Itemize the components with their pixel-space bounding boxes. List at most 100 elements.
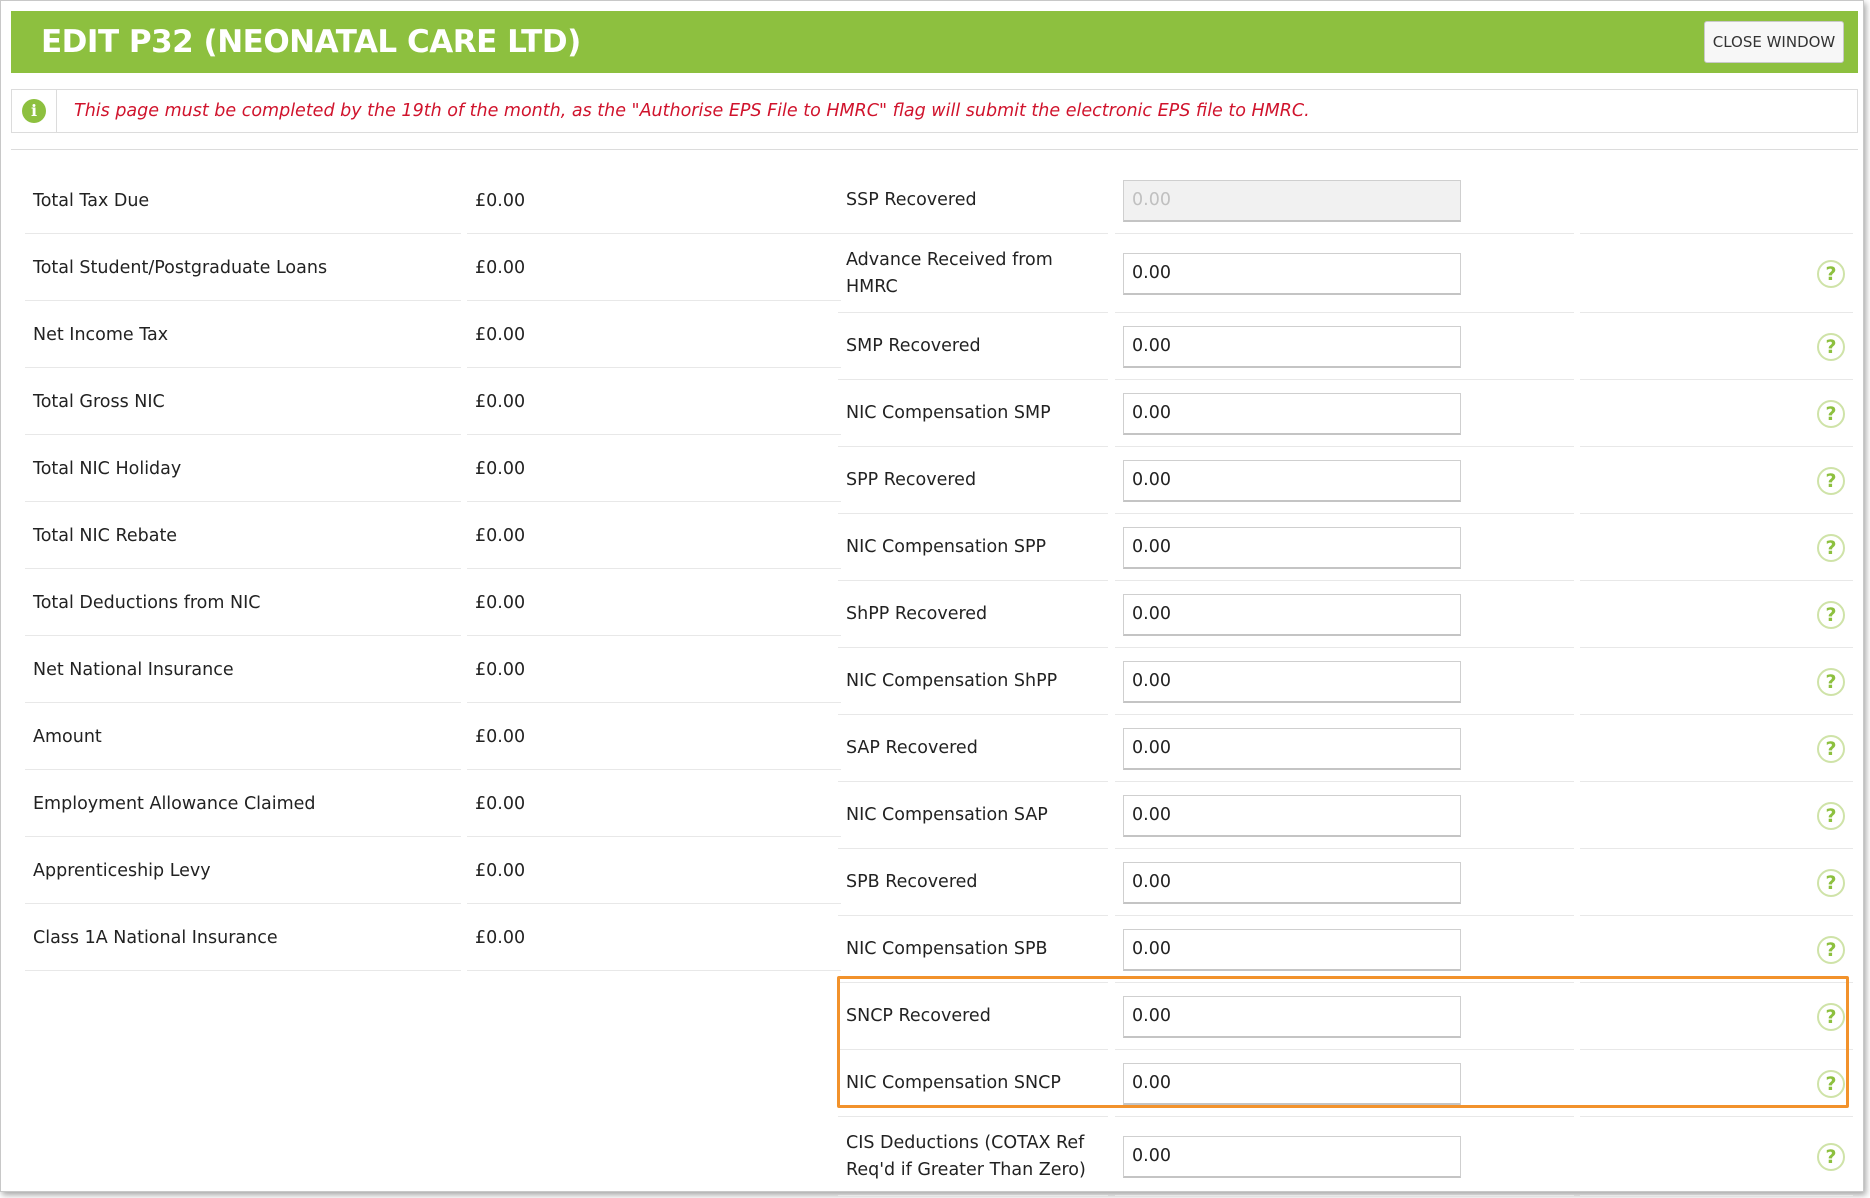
recovery-input[interactable] bbox=[1123, 1135, 1461, 1178]
help-icon[interactable]: ? bbox=[1817, 332, 1845, 361]
recovery-input[interactable] bbox=[1123, 861, 1461, 904]
summary-row: Net National Insurance £0.00 bbox=[25, 637, 841, 704]
summary-label: Total Gross NIC bbox=[25, 369, 461, 435]
recovery-input[interactable] bbox=[1123, 325, 1461, 368]
info-banner: i This page must be completed by the 19t… bbox=[11, 89, 1858, 133]
summary-label: Total Deductions from NIC bbox=[25, 570, 461, 636]
recovery-help-cell bbox=[1580, 168, 1853, 234]
info-message: This page must be completed by the 19th … bbox=[74, 101, 1310, 121]
recovery-label: SMP Recovered bbox=[838, 314, 1108, 380]
recovery-help-cell: ? bbox=[1580, 235, 1853, 313]
recovery-row: SPB Recovered? bbox=[838, 850, 1853, 916]
page-title: EDIT P32 (NEONATAL CARE LTD) bbox=[41, 24, 581, 60]
recovery-row: NIC Compensation SPP? bbox=[838, 515, 1853, 581]
recovery-label-text: NIC Compensation SPB bbox=[846, 939, 1048, 959]
recovery-help-cell: ? bbox=[1580, 381, 1853, 447]
recovery-label: SSP Recovered bbox=[838, 168, 1108, 234]
recovery-row: CIS Deductions (COTAX Ref Req'd if Great… bbox=[838, 1118, 1853, 1196]
recovery-input-cell bbox=[1115, 314, 1574, 380]
summary-row: Net Income Tax £0.00 bbox=[25, 302, 841, 369]
recovery-input[interactable] bbox=[1123, 995, 1461, 1038]
help-icon[interactable]: ? bbox=[1817, 600, 1845, 629]
help-icon[interactable]: ? bbox=[1817, 1002, 1845, 1031]
recovery-help-cell: ? bbox=[1580, 984, 1853, 1050]
recovery-help-cell: ? bbox=[1580, 1118, 1853, 1196]
help-icon[interactable]: ? bbox=[1817, 935, 1845, 964]
recovery-row: NIC Compensation SNCP? bbox=[838, 1051, 1853, 1117]
recovery-label-text: NIC Compensation SNCP bbox=[846, 1073, 1061, 1093]
recovery-input-cell bbox=[1115, 850, 1574, 916]
recovery-help-cell: ? bbox=[1580, 1051, 1853, 1117]
help-icon[interactable]: ? bbox=[1817, 466, 1845, 495]
summary-value: £0.00 bbox=[467, 503, 841, 569]
summary-label: Net Income Tax bbox=[25, 302, 461, 368]
recovery-input[interactable] bbox=[1123, 928, 1461, 971]
recovery-input-cell bbox=[1115, 984, 1574, 1050]
summary-label: Amount bbox=[25, 704, 461, 770]
recovery-label: Advance Received from HMRC bbox=[838, 235, 1108, 313]
summary-row: Amount £0.00 bbox=[25, 704, 841, 771]
recovery-help-cell: ? bbox=[1580, 783, 1853, 849]
recovery-input-cell bbox=[1115, 381, 1574, 447]
recovery-help-cell: ? bbox=[1580, 850, 1853, 916]
recovery-input-cell bbox=[1115, 168, 1574, 234]
recovery-label-text: SPB Recovered bbox=[846, 872, 978, 892]
summary-row: Class 1A National Insurance £0.00 bbox=[25, 905, 841, 972]
help-icon[interactable]: ? bbox=[1817, 1069, 1845, 1098]
help-icon[interactable]: ? bbox=[1817, 399, 1845, 428]
recovery-input[interactable] bbox=[1123, 794, 1461, 837]
help-icon[interactable]: ? bbox=[1817, 1142, 1845, 1171]
recovery-input[interactable] bbox=[1123, 459, 1461, 502]
recovery-label-text: CIS Deductions (COTAX Ref Req'd if Great… bbox=[846, 1132, 1086, 1180]
summary-value: £0.00 bbox=[467, 905, 841, 971]
recovery-label-text: NIC Compensation SPP bbox=[846, 537, 1047, 557]
recovery-input[interactable] bbox=[1123, 392, 1461, 435]
recovery-input[interactable] bbox=[1123, 593, 1461, 636]
help-icon[interactable]: ? bbox=[1817, 667, 1845, 696]
recovery-help-cell: ? bbox=[1580, 649, 1853, 715]
summary-value: £0.00 bbox=[467, 436, 841, 502]
recovery-help-cell: ? bbox=[1580, 448, 1853, 514]
close-window-button[interactable]: CLOSE WINDOW bbox=[1704, 21, 1844, 63]
summary-value: £0.00 bbox=[467, 838, 841, 904]
recovery-help-cell: ? bbox=[1580, 582, 1853, 648]
recovery-input[interactable] bbox=[1123, 1062, 1461, 1105]
summary-label: Total NIC Rebate bbox=[25, 503, 461, 569]
recovery-label: NIC Compensation SNCP bbox=[838, 1051, 1108, 1117]
recovery-label: ShPP Recovered bbox=[838, 582, 1108, 648]
summary-value: £0.00 bbox=[467, 637, 841, 703]
summary-value: £0.00 bbox=[467, 302, 841, 368]
help-icon[interactable]: ? bbox=[1817, 259, 1845, 288]
recovery-input[interactable] bbox=[1123, 660, 1461, 703]
recovery-label-text: ShPP Recovered bbox=[846, 604, 988, 624]
recovery-label: SPB Recovered bbox=[838, 850, 1108, 916]
help-icon[interactable]: ? bbox=[1817, 868, 1845, 897]
recovery-input-cell bbox=[1115, 783, 1574, 849]
recovery-input[interactable] bbox=[1123, 252, 1461, 295]
help-icon[interactable]: ? bbox=[1817, 533, 1845, 562]
recovery-label-text: Advance Received from HMRC bbox=[846, 249, 1053, 297]
recovery-label-text: SNCP Recovered bbox=[846, 1006, 991, 1026]
recovery-help-cell: ? bbox=[1580, 515, 1853, 581]
summary-label: Employment Allowance Claimed bbox=[25, 771, 461, 837]
recovery-label-text: SAP Recovered bbox=[846, 738, 978, 758]
summary-row: Total NIC Rebate £0.00 bbox=[25, 503, 841, 570]
summary-row: Total Gross NIC £0.00 bbox=[25, 369, 841, 436]
recovery-input bbox=[1123, 179, 1461, 222]
recovery-input[interactable] bbox=[1123, 526, 1461, 569]
recovery-label: NIC Compensation SAP bbox=[838, 783, 1108, 849]
recovery-label: CIS Deductions (COTAX Ref Req'd if Great… bbox=[838, 1118, 1108, 1196]
p32-form: Total Tax Due £0.00 Total Student/Postgrad… bbox=[11, 149, 1858, 1196]
recovery-input-cell bbox=[1115, 716, 1574, 782]
info-icon: i bbox=[22, 99, 46, 123]
recovery-input[interactable] bbox=[1123, 727, 1461, 770]
recovery-row: NIC Compensation ShPP? bbox=[838, 649, 1853, 715]
recovery-label: SAP Recovered bbox=[838, 716, 1108, 782]
help-icon[interactable]: ? bbox=[1817, 801, 1845, 830]
summary-label: Net National Insurance bbox=[25, 637, 461, 703]
summary-row: Total Student/Postgraduate Loans £0.00 bbox=[25, 235, 841, 302]
recovery-input-cell bbox=[1115, 515, 1574, 581]
summary-label: Apprenticeship Levy bbox=[25, 838, 461, 904]
summary-row: Apprenticeship Levy £0.00 bbox=[25, 838, 841, 905]
help-icon[interactable]: ? bbox=[1817, 734, 1845, 763]
